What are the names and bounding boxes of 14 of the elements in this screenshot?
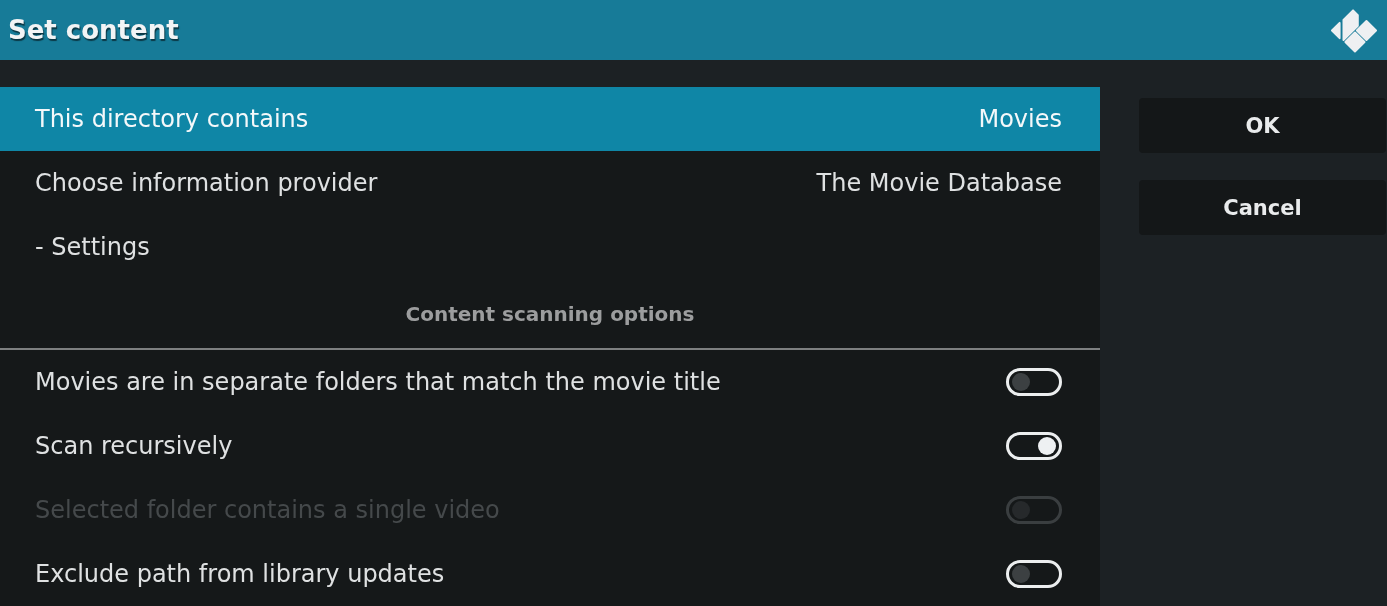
setting-label: - Settings <box>35 233 150 261</box>
setting-value: The Movie Database <box>816 169 1062 197</box>
setting-label: Choose information provider <box>35 169 378 197</box>
setting-label: Scan recursively <box>35 432 233 460</box>
setting-label: Movies are in separate folders that match the movie title <box>35 368 721 396</box>
logo-icon <box>1331 7 1377 53</box>
ok-button[interactable]: OK <box>1139 98 1386 153</box>
setting-row[interactable]: This directory contains Movies <box>0 87 1100 151</box>
setting-label: Exclude path from library updates <box>35 560 445 588</box>
cancel-button[interactable]: Cancel <box>1139 180 1386 235</box>
setting-label: This directory contains <box>35 105 309 133</box>
section-heading: Content scanning options <box>405 301 695 326</box>
window-title: Set content <box>8 15 179 45</box>
setting-value: Movies <box>978 105 1062 133</box>
